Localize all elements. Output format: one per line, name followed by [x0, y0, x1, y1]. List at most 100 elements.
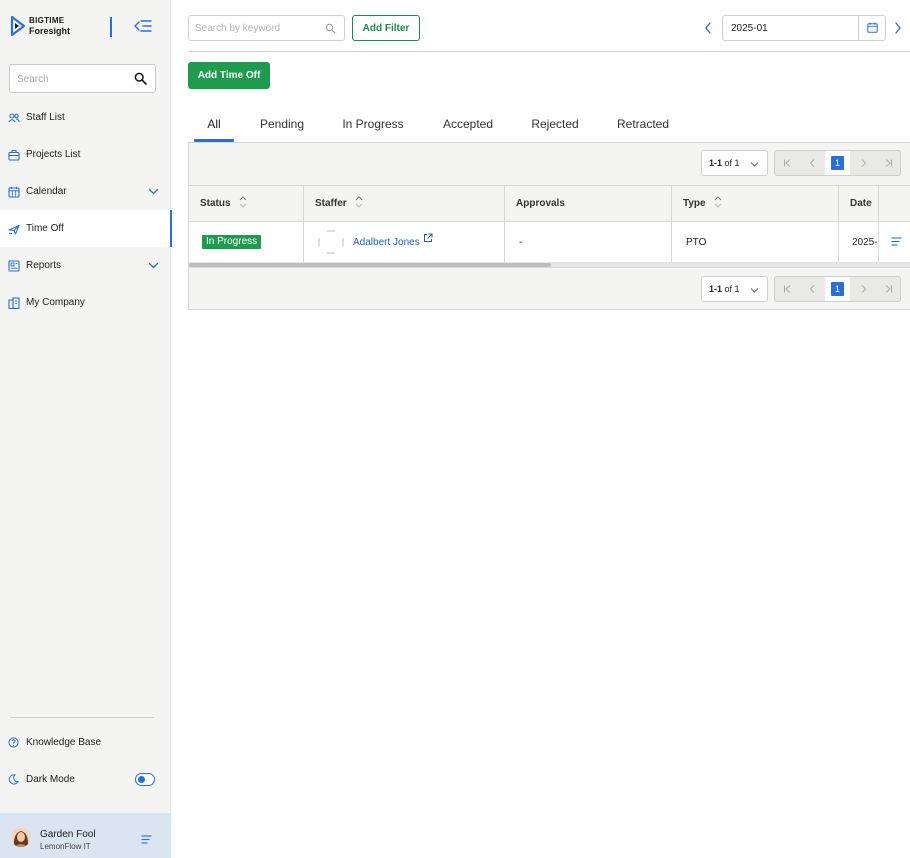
- sidebar-nav: Staff List Projects List Calendar Time O…: [0, 99, 172, 321]
- page-size-select[interactable]: 1-1 of 1: [701, 276, 768, 302]
- cell-type: PTO: [672, 222, 839, 262]
- column-label: Type: [683, 198, 706, 209]
- search-icon[interactable]: [134, 72, 147, 85]
- tab-all[interactable]: All: [194, 110, 234, 142]
- sort-icon[interactable]: [714, 195, 722, 209]
- first-page-icon: [784, 159, 791, 167]
- month-picker[interactable]: 2025-01: [722, 15, 886, 41]
- column-header-date[interactable]: Date: [839, 186, 879, 222]
- table-header: Status Staffer Approvals Type Date: [189, 185, 910, 222]
- column-header-approvals: Approvals: [505, 186, 672, 222]
- cell-date: 2025-: [839, 222, 879, 262]
- building-icon: [8, 296, 20, 309]
- external-link-icon[interactable]: [423, 233, 433, 243]
- chevron-down-icon: [750, 162, 759, 167]
- add-time-off-button[interactable]: Add Time Off: [188, 62, 270, 89]
- prev-page-button[interactable]: [800, 151, 825, 175]
- sidebar-item-time-off[interactable]: Time Off: [0, 210, 172, 247]
- column-header-staffer[interactable]: Staffer: [304, 186, 505, 222]
- calendar-icon: [867, 22, 878, 33]
- sort-icon[interactable]: [239, 195, 247, 209]
- brand[interactable]: BIGTIME Foresight: [10, 16, 70, 36]
- page-size-select[interactable]: 1-1 of 1: [701, 150, 768, 176]
- last-page-button[interactable]: [876, 151, 901, 175]
- knowledge-base-link[interactable]: Knowledge Base: [8, 737, 101, 748]
- pager-of-label: of 1: [724, 284, 740, 294]
- pager-range: 1-1 of 1: [709, 284, 740, 294]
- column-label: Status: [200, 198, 231, 209]
- sidebar-item-label: Staff List: [26, 112, 65, 123]
- cell-actions: [879, 222, 910, 262]
- chevron-down-icon[interactable]: [148, 260, 159, 271]
- last-page-button[interactable]: [876, 277, 901, 301]
- scrollbar-thumb[interactable]: [189, 263, 551, 267]
- brand-text: BIGTIME Foresight: [29, 16, 70, 36]
- brand-divider: [110, 17, 112, 37]
- staffer-link[interactable]: Adalbert Jones: [353, 237, 420, 248]
- type-value: PTO: [686, 237, 707, 248]
- current-page-number: 1: [831, 156, 844, 170]
- chevron-right-icon: [861, 159, 867, 167]
- sidebar-item-staff-list[interactable]: Staff List: [0, 99, 171, 136]
- staffer-avatar-icon: [318, 230, 344, 254]
- current-page-number: 1: [831, 282, 844, 296]
- bigtime-logo-icon: [10, 16, 26, 36]
- keyword-search-input[interactable]: [195, 21, 320, 36]
- add-filter-button[interactable]: Add Filter: [352, 15, 420, 41]
- tab-retracted[interactable]: Retracted: [612, 110, 674, 142]
- search-icon[interactable]: [325, 23, 336, 34]
- current-page[interactable]: 1: [825, 277, 850, 301]
- tab-accepted[interactable]: Accepted: [435, 110, 501, 142]
- approvals-value: -: [519, 237, 523, 248]
- pager-range: 1-1 of 1: [709, 158, 740, 168]
- horizontal-scrollbar[interactable]: [189, 262, 910, 268]
- user-profile[interactable]: Garden Fool LemonFlow IT: [0, 813, 171, 858]
- last-page-icon: [885, 159, 892, 167]
- tab-rejected[interactable]: Rejected: [525, 110, 585, 142]
- moon-icon: [8, 774, 19, 785]
- chevron-right-icon: [861, 285, 867, 293]
- column-header-status[interactable]: Status: [189, 186, 304, 222]
- next-page-button[interactable]: [851, 151, 876, 175]
- chevron-down-icon[interactable]: [148, 186, 159, 197]
- sidebar-item-my-company[interactable]: My Company: [0, 284, 171, 321]
- pager-range-value: 1-1: [709, 284, 723, 294]
- cell-approvals: -: [505, 222, 672, 262]
- next-page-button[interactable]: [851, 277, 876, 301]
- current-page[interactable]: 1: [825, 151, 850, 175]
- pager-range-value: 1-1: [709, 158, 723, 168]
- menu-icon[interactable]: [141, 835, 152, 844]
- first-page-icon: [784, 285, 791, 293]
- chevron-left-icon: [809, 159, 815, 167]
- pager-top: 1-1 of 1 1: [189, 143, 910, 185]
- prev-page-button[interactable]: [800, 277, 825, 301]
- sidebar-item-reports[interactable]: Reports: [0, 247, 171, 284]
- collapse-sidebar-icon[interactable]: [134, 18, 152, 34]
- table-row[interactable]: In Progress Adalbert Jones - PTO 2025-: [189, 222, 910, 262]
- sidebar: BIGTIME Foresight Staff List: [0, 0, 172, 858]
- calendar-button[interactable]: [858, 16, 885, 40]
- user-org: LemonFlow IT: [40, 842, 91, 851]
- sidebar-divider: [10, 717, 154, 718]
- chevron-down-icon: [750, 288, 759, 293]
- dark-mode-toggle[interactable]: [135, 773, 155, 786]
- sidebar-item-projects-list[interactable]: Projects List: [0, 136, 171, 173]
- row-menu-icon[interactable]: [891, 237, 902, 246]
- chevron-left-icon[interactable]: [703, 21, 713, 35]
- chevron-right-icon[interactable]: [893, 21, 903, 35]
- toolbar-divider: [188, 51, 910, 52]
- people-icon: [8, 112, 20, 122]
- tab-in-progress[interactable]: In Progress: [336, 110, 410, 142]
- sidebar-item-calendar[interactable]: Calendar: [0, 173, 171, 210]
- sort-icon[interactable]: [355, 195, 363, 209]
- first-page-button[interactable]: [775, 277, 800, 301]
- brand-line2: Foresight: [29, 26, 71, 36]
- column-label: Approvals: [516, 198, 565, 209]
- column-label: Staffer: [315, 198, 347, 209]
- date-value: 2025-: [852, 237, 878, 248]
- first-page-button[interactable]: [775, 151, 800, 175]
- status-badge: In Progress: [202, 235, 262, 249]
- sidebar-search-input[interactable]: [17, 71, 127, 87]
- column-header-type[interactable]: Type: [672, 186, 839, 222]
- tab-pending[interactable]: Pending: [252, 110, 312, 142]
